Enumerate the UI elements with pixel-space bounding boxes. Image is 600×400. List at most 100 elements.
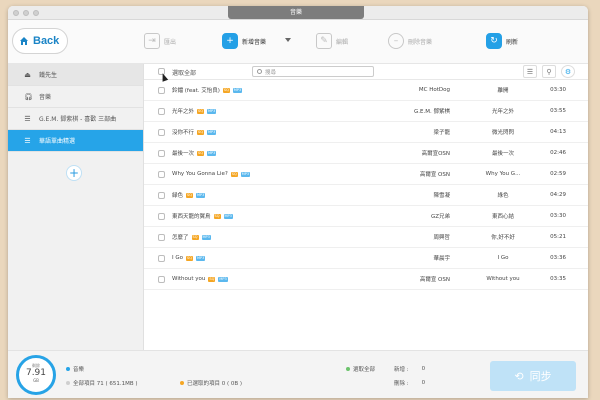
refresh-label: 刷新	[506, 38, 519, 46]
song-artist: 陳雪凝	[433, 193, 450, 199]
add-music-icon: +	[222, 33, 238, 49]
eject-icon[interactable]: ⏏	[24, 71, 31, 79]
edit-icon: ✎	[316, 33, 332, 49]
sidebar: ⏏ 鐵先生 🎧︎ 音樂 ☰ G.E.M. 鄧紫棋 - 喜歡 三部曲 ☰ 華語單曲…	[8, 64, 144, 350]
sq-badge: SQ	[208, 276, 216, 282]
deleted-value: 0	[421, 380, 426, 386]
add-playlist-button[interactable]: +	[66, 165, 82, 181]
sync-label: 同步	[529, 370, 552, 383]
home-icon	[20, 37, 28, 45]
minimize-window-button[interactable]	[23, 10, 29, 16]
song-album: 綠色	[497, 193, 509, 199]
song-album: 最後一次	[491, 151, 514, 157]
sq-badge: SQ	[197, 150, 204, 156]
song-rows: 鈴鐺 (feat. 艾怡良) SQ MP3 MC HotDog 離開 03:30 光年之外 S…	[144, 80, 588, 290]
mp3-badge: MP3	[207, 150, 217, 156]
close-window-button[interactable]	[13, 10, 19, 16]
sidebar-item-playlist-gem[interactable]: ☰ G.E.M. 鄧紫棋 - 喜歡 三部曲	[8, 108, 143, 130]
search-input[interactable]: 搜尋	[252, 66, 374, 77]
song-artist: MC HotDog	[418, 87, 450, 93]
song-album: Why You G...	[485, 171, 521, 177]
legend-all-label: 全部項目 71 ( 651.1MB )	[73, 381, 138, 387]
view-controls: ☰ ⚲ ⚙	[523, 65, 575, 78]
table-row[interactable]: Without you SQ MP3 高爾宣 OSN Without you 03:35	[144, 269, 588, 290]
settings-icon[interactable]: ⚙	[561, 65, 575, 78]
list-view-icon[interactable]: ☰	[523, 65, 537, 78]
song-cell: 最後一次 SQ MP3	[172, 149, 217, 157]
sidebar-item-label: 音樂	[39, 94, 52, 101]
row-checkbox[interactable]	[158, 192, 165, 199]
sync-button[interactable]: ⟲ 同步	[490, 361, 576, 391]
sidebar-item-music[interactable]: 🎧︎ 音樂	[8, 86, 143, 108]
added-count: 新增 : 0	[394, 365, 425, 373]
song-album: I Go	[497, 255, 509, 261]
song-title: 沒你不行	[172, 130, 195, 136]
table-row[interactable]: 怎麼了 SQ MP3 周興哲 你,好不好 05:21	[144, 227, 588, 248]
sq-badge: SQ	[186, 255, 193, 261]
song-duration: 03:55	[550, 108, 566, 114]
song-duration: 03:35	[550, 276, 566, 282]
export-button[interactable]: ⇥ 匯出	[144, 33, 176, 49]
added-value: 0	[421, 366, 426, 372]
select-all-label: 選取全部	[172, 70, 197, 77]
delete-label: 刪除音樂	[408, 38, 433, 46]
song-list-panel: 選取全部 搜尋 ☰ ⚲ ⚙ 鈴鐺 (feat. 艾怡良) SQ MP3 MC HotD…	[144, 64, 588, 350]
selected-dot-icon	[180, 381, 184, 385]
sidebar-item-playlist-selected[interactable]: ☰ 華語單曲精選	[8, 130, 143, 152]
export-icon: ⇥	[144, 33, 160, 49]
row-checkbox[interactable]	[158, 213, 165, 220]
sidebar-device-header[interactable]: ⏏ 鐵先生	[8, 64, 143, 86]
storage-gauge: 剩餘 7.91 GB	[16, 355, 56, 395]
table-row[interactable]: 緑色 SQ MP3 陳雪凝 綠色 04:29	[144, 185, 588, 206]
row-checkbox[interactable]	[158, 171, 165, 178]
table-row[interactable]: I Go SQ MP3 華晨宇 I Go 03:36	[144, 248, 588, 269]
edit-button[interactable]: ✎ 編輯	[316, 33, 348, 49]
table-row[interactable]: 鈴鐺 (feat. 艾怡良) SQ MP3 MC HotDog 離開 03:30	[144, 80, 588, 101]
table-row[interactable]: 東西天龍的翼鳥 SQ MP3 GZ兄弟 東西心結 03:30	[144, 206, 588, 227]
song-cell: 緑色 SQ MP3	[172, 191, 206, 199]
legend-selected-label: 已選取的項目 0 ( 0B )	[187, 381, 243, 387]
sq-badge: SQ	[197, 108, 204, 114]
sq-badge: SQ	[222, 87, 230, 93]
sq-badge: SQ	[197, 129, 204, 135]
search-placeholder: 搜尋	[265, 69, 277, 76]
playlist-icon: ☰	[24, 136, 31, 145]
mp3-badge: MP3	[196, 192, 206, 198]
mp3-badge: MP3	[195, 255, 206, 261]
song-artist: 高爾宣OSN	[421, 151, 450, 157]
mp3-badge: MP3	[207, 129, 217, 135]
row-checkbox[interactable]	[158, 108, 165, 115]
refresh-icon: ↻	[486, 33, 502, 49]
song-album: 東西心結	[491, 214, 514, 220]
song-artist: 梁子龍	[433, 130, 450, 136]
row-checkbox[interactable]	[158, 87, 165, 94]
table-row[interactable]: 沒你不行 SQ MP3 梁子龍 微光閃閃 04:13	[144, 122, 588, 143]
song-cell: 沒你不行 SQ MP3	[172, 128, 217, 136]
toolbar: Back ⇥ 匯出 + 新增音樂 ✎ 編輯 – 刪除音樂 ↻ 刷新	[8, 20, 588, 64]
zoom-window-button[interactable]	[33, 10, 39, 16]
row-checkbox[interactable]	[158, 276, 165, 283]
row-checkbox[interactable]	[158, 255, 165, 262]
song-duration: 04:29	[550, 192, 566, 198]
row-checkbox[interactable]	[158, 129, 165, 136]
storage-unit: GB	[33, 378, 39, 383]
row-checkbox[interactable]	[158, 234, 165, 241]
list-header: 選取全部 搜尋 ☰ ⚲ ⚙	[144, 64, 588, 82]
table-row[interactable]: 光年之外 SQ MP3 G.E.M. 鄧紫棋 光年之外 03:55	[144, 101, 588, 122]
delete-music-button[interactable]: – 刪除音樂	[388, 33, 432, 49]
song-artist: 周興哲	[433, 235, 450, 241]
row-checkbox[interactable]	[158, 150, 165, 157]
song-duration: 03:36	[550, 255, 566, 261]
add-music-button[interactable]: + 新增音樂	[222, 33, 266, 49]
mp3-badge: MP3	[232, 87, 243, 93]
song-artist: 高爾宣 OSN	[419, 172, 450, 178]
add-music-dropdown-icon[interactable]	[285, 38, 291, 42]
refresh-button[interactable]: ↻ 刷新	[486, 33, 518, 49]
song-duration: 02:46	[550, 150, 566, 156]
table-row[interactable]: 最後一次 SQ MP3 高爾宣OSN 最後一次 02:46	[144, 143, 588, 164]
song-title: Why You Gonna Lie?	[172, 171, 228, 177]
back-button[interactable]: Back	[12, 28, 68, 54]
table-row[interactable]: Why You Gonna Lie? SQ MP3 高爾宣 OSN Why You G.…	[144, 164, 588, 185]
user-filter-icon[interactable]: ⚲	[542, 65, 556, 78]
song-title: 最後一次	[172, 151, 195, 157]
